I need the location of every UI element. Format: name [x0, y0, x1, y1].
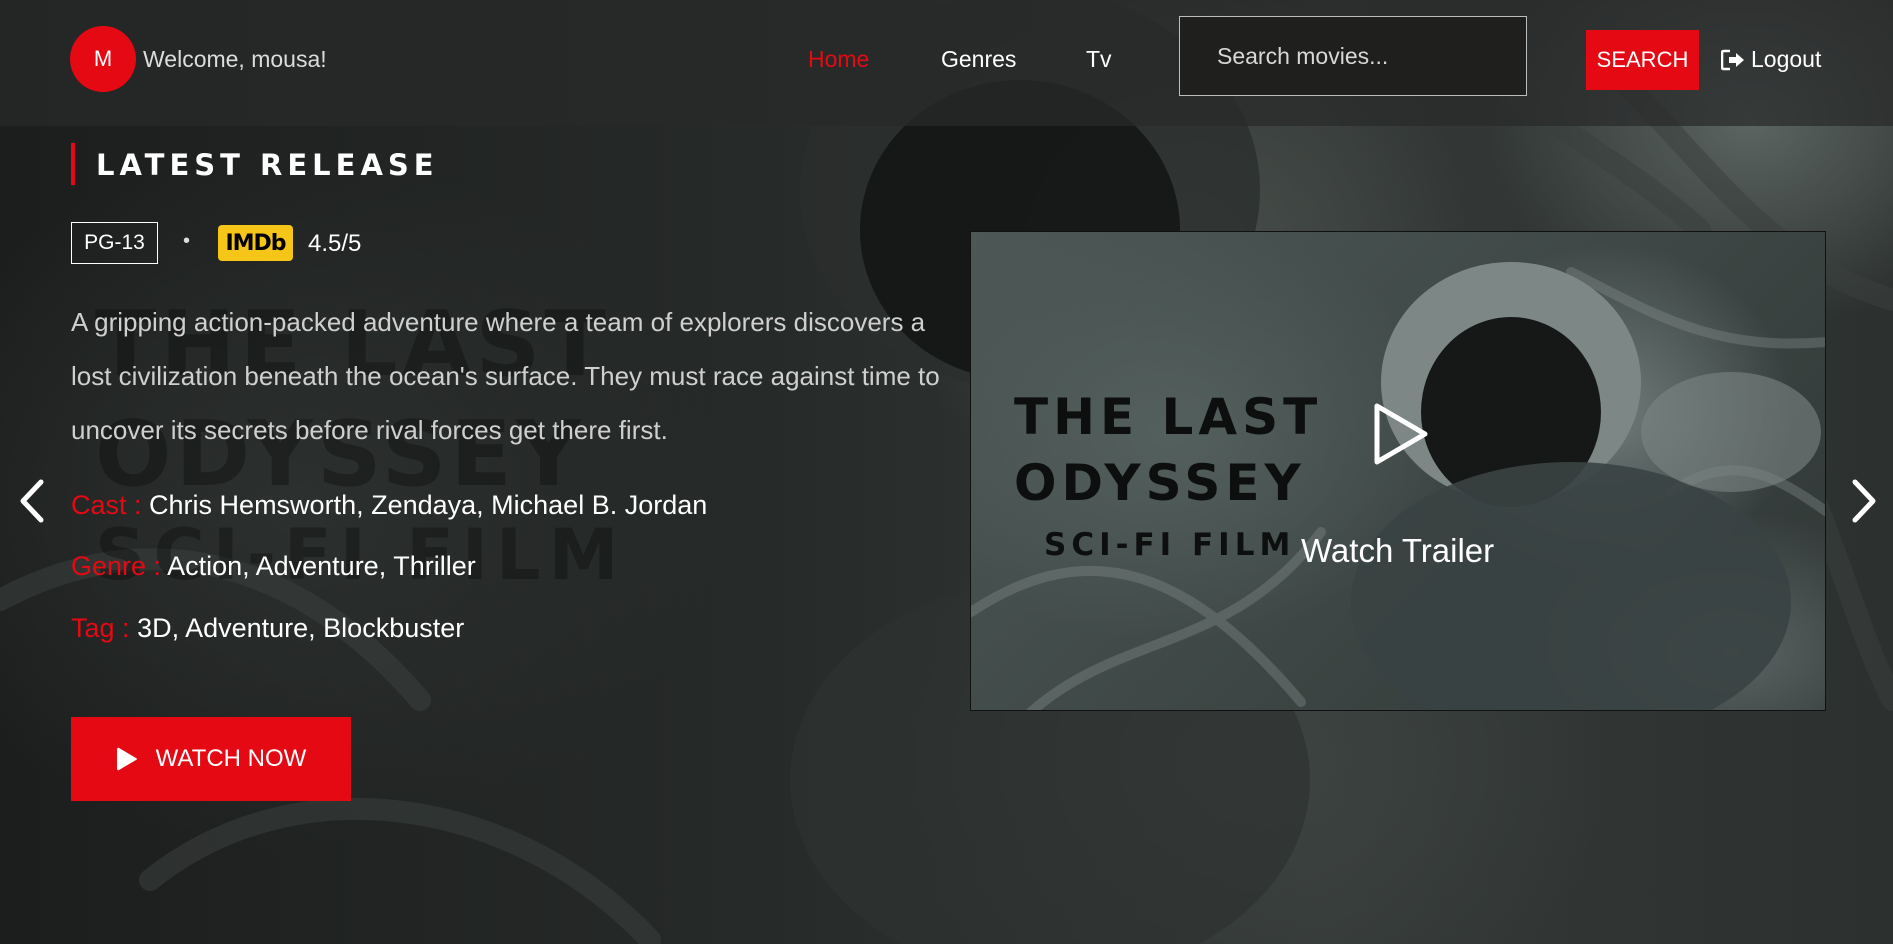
avatar[interactable]: M: [70, 26, 136, 92]
tag-row: Tag : 3D, Adventure, Blockbuster: [71, 613, 464, 644]
watch-now-label: WATCH NOW: [155, 745, 307, 772]
poster-title-line3: SCI-FI FILM: [1044, 527, 1296, 563]
meta-separator: •: [183, 230, 191, 252]
cast-value: Chris Hemsworth, Zendaya, Michael B. Jor…: [149, 490, 708, 520]
welcome-text: Welcome, mousa!: [143, 46, 327, 72]
top-header: M Welcome, mousa! Home Genres Tv SEARCH …: [0, 0, 1893, 126]
sign-out-icon: [1721, 49, 1744, 70]
tag-label: Tag :: [71, 613, 130, 643]
watch-trailer-label[interactable]: Watch Trailer: [1301, 532, 1494, 570]
cast-label: Cast :: [71, 490, 142, 520]
play-icon: [116, 747, 137, 771]
nav-home-link[interactable]: Home: [808, 46, 869, 73]
play-trailer-icon[interactable]: [1371, 402, 1431, 466]
trailer-card[interactable]: THE LAST ODYSSEY SCI-FI FILM Watch Trail…: [970, 231, 1826, 711]
watch-now-button[interactable]: WATCH NOW: [71, 717, 351, 801]
trailer-poster-title: THE LAST ODYSSEY SCI-FI FILM: [1014, 392, 1322, 561]
tag-value: 3D, Adventure, Blockbuster: [137, 613, 465, 643]
chevron-left-icon[interactable]: [14, 478, 50, 524]
genre-value: Action, Adventure, Thriller: [167, 551, 476, 581]
search-input[interactable]: [1179, 16, 1527, 96]
section-title: LATEST RELEASE: [96, 148, 439, 182]
imdb-logo: IMDb: [218, 225, 293, 261]
search-button[interactable]: SEARCH: [1586, 30, 1699, 90]
movie-description: A gripping action-packed adventure where…: [71, 307, 940, 445]
cast-row: Cast : Chris Hemsworth, Zendaya, Michael…: [71, 490, 707, 521]
logout-button[interactable]: Logout: [1721, 46, 1821, 73]
logout-label: Logout: [1751, 46, 1822, 72]
section-accent-bar: [71, 143, 75, 185]
poster-title-line1: THE LAST: [1014, 388, 1323, 446]
age-rating-badge: PG-13: [71, 222, 158, 264]
genre-row: Genre : Action, Adventure, Thriller: [71, 551, 476, 582]
poster-title-line2: ODYSSEY: [1014, 454, 1306, 512]
imdb-score: 4.5/5: [308, 230, 362, 257]
chevron-right-icon[interactable]: [1846, 478, 1882, 524]
genre-label: Genre :: [71, 551, 162, 581]
nav-genres-link[interactable]: Genres: [941, 46, 1016, 73]
nav-tv-link[interactable]: Tv: [1086, 46, 1112, 73]
